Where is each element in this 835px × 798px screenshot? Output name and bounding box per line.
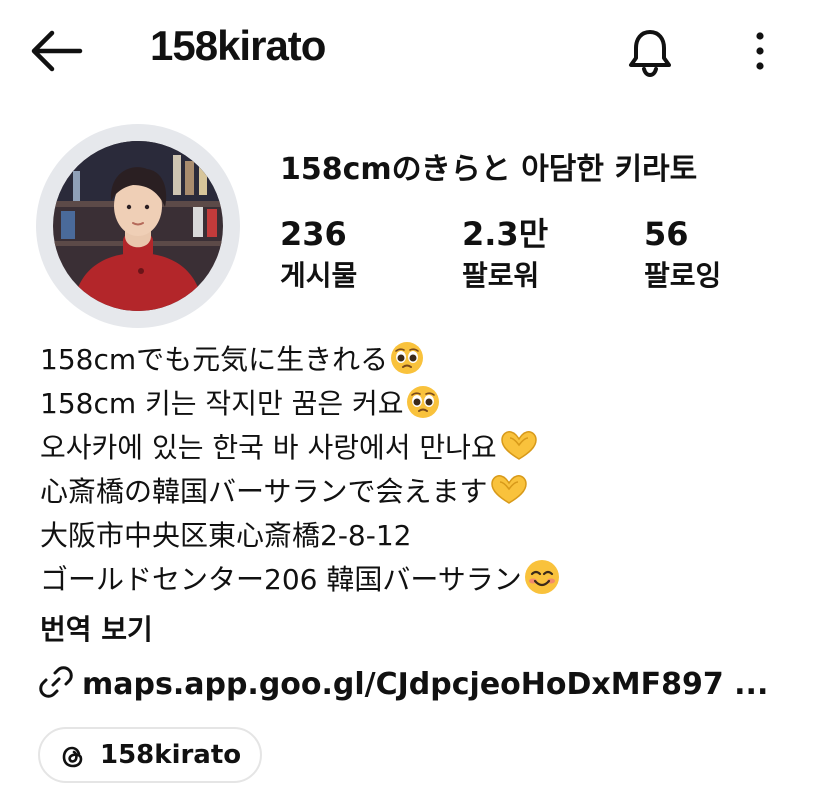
bio-line: 大阪市中央区東心斎橋2-8-12	[40, 514, 560, 558]
posts-label: 게시물	[280, 259, 358, 292]
bio-line: 오사카에 있는 한국 바 사랑에서 만나요	[40, 426, 560, 470]
notification-button[interactable]	[622, 24, 678, 80]
bio-line-text: 158cm 키는 작지만 꿈은 커요	[40, 387, 404, 420]
followers-label: 팔로워	[462, 259, 540, 292]
link-icon	[39, 666, 73, 698]
profile-bio: 158cmでも元気に生きれる 158cm 키는 작지만 꿈은 커요 오사카에 있…	[40, 338, 560, 602]
pleading-face-emoji-icon	[390, 341, 424, 388]
bio-line-text: 心斎橋の韓国バーサランで会えます	[40, 475, 488, 508]
profile-avatar[interactable]	[36, 124, 240, 328]
following-count: 56	[644, 215, 689, 253]
followers-stat[interactable]: 2.3만 팔로워	[462, 214, 548, 298]
bio-line-text: 오사카에 있는 한국 바 사랑에서 만나요	[40, 431, 497, 464]
page-title: 158kirato	[150, 22, 326, 69]
smiling-face-emoji-icon	[524, 559, 560, 608]
threads-profile-badge[interactable]: 158kirato	[38, 727, 262, 783]
arrow-left-icon	[31, 30, 83, 72]
followers-count: 2.3만	[462, 215, 549, 253]
top-bar: 158kirato	[0, 0, 835, 100]
bio-line: 心斎橋の韓国バーサランで会えます	[40, 470, 560, 514]
bio-line-text: ゴールドセンター206 韓国バーサラン	[40, 563, 522, 596]
avatar-photo	[53, 141, 223, 311]
bio-link-text: maps.app.goo.gl/CJdpcjeoHoDxMF897 ...	[82, 667, 769, 702]
posts-count: 236	[280, 215, 347, 253]
see-translation-link[interactable]: 번역 보기	[40, 608, 153, 648]
threads-handle: 158kirato	[100, 740, 242, 770]
bio-line: 158cm 키는 작지만 꿈은 커요	[40, 382, 560, 426]
bio-line-text: 158cmでも元気に生きれる	[40, 343, 389, 376]
posts-stat[interactable]: 236 게시물	[280, 214, 357, 298]
more-options-button[interactable]	[740, 24, 780, 80]
profile-display-name: 158cmのきらと 아담한 키라토	[280, 152, 698, 187]
following-label: 팔로잉	[644, 259, 722, 292]
bell-icon	[629, 30, 671, 78]
back-button[interactable]	[28, 26, 84, 76]
following-stat[interactable]: 56 팔로잉	[644, 214, 721, 298]
threads-icon	[62, 746, 83, 768]
bio-line: 158cmでも元気に生きれる	[40, 338, 560, 382]
bio-line-text: 大阪市中央区東心斎橋2-8-12	[40, 519, 412, 552]
bio-line: ゴールドセンター206 韓国バーサラン	[40, 558, 560, 602]
heart-hands-emoji-icon	[489, 473, 529, 520]
vertical-dots-icon	[756, 32, 764, 70]
pleading-face-emoji-icon	[406, 385, 440, 432]
bio-link[interactable]: maps.app.goo.gl/CJdpcjeoHoDxMF897 ...	[38, 664, 768, 702]
heart-hands-emoji-icon	[499, 429, 539, 476]
